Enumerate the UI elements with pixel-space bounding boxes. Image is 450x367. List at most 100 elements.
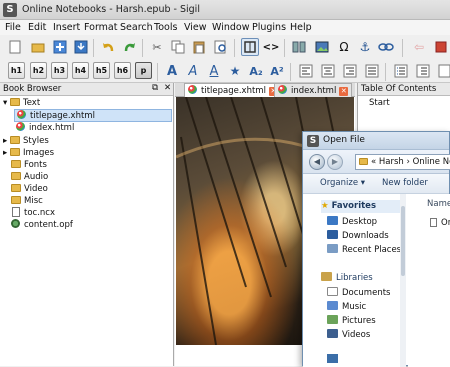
nav-favorites[interactable]: ★ Favorites — [321, 200, 403, 213]
nav-recent-places[interactable]: Recent Places — [327, 244, 401, 257]
tree-item-audio[interactable]: Audio — [11, 171, 48, 183]
menu-search[interactable]: Search — [120, 22, 153, 33]
tree-item-titlepage[interactable]: titlepage.xhtml — [14, 109, 172, 122]
menu-tools[interactable]: Tools — [154, 22, 177, 33]
nav-libraries[interactable]: Libraries — [321, 272, 373, 285]
menu-plugins[interactable]: Plugins — [252, 22, 286, 33]
tab-close-icon[interactable]: ✕ — [339, 87, 349, 96]
tree-item-fonts[interactable]: Fonts — [11, 159, 47, 171]
tree-item-text[interactable]: ▾ Text — [3, 97, 40, 109]
tree-item-video[interactable]: Video — [11, 183, 48, 195]
heading-h6-button[interactable]: h6 — [114, 62, 131, 79]
code-view-icon[interactable]: <> — [262, 38, 280, 56]
menu-bar: File Edit Insert Format Search Tools Vie… — [0, 20, 450, 35]
toc-item-start[interactable]: Start — [369, 98, 390, 108]
open-folder-icon[interactable] — [29, 38, 47, 56]
nav-pictures[interactable]: Pictures — [327, 315, 376, 328]
sigil-logo-icon: S — [3, 3, 17, 17]
menu-view[interactable]: View — [184, 22, 207, 33]
nav-videos[interactable]: Videos — [327, 329, 370, 342]
organize-button[interactable]: Organize ▾ — [320, 178, 365, 188]
tree-item-toc[interactable]: toc.ncx — [12, 207, 55, 219]
tab-titlepage[interactable]: titlepage.xhtml✕ — [184, 83, 282, 97]
indent-icon[interactable] — [435, 62, 450, 80]
numbered-list-icon[interactable] — [392, 62, 410, 80]
new-folder-button[interactable]: New folder — [382, 178, 428, 188]
music-icon — [327, 301, 338, 310]
file-icon — [12, 207, 20, 217]
close-panel-icon[interactable]: ✕ — [164, 83, 171, 93]
insert-anchor-icon[interactable]: ⚓ — [356, 38, 374, 56]
heading-h2-button[interactable]: h2 — [30, 62, 47, 79]
split-icon[interactable] — [290, 38, 308, 56]
main-toolbar: ✂ <> Ω ⚓ ⇦ — [0, 35, 450, 61]
copy-icon[interactable] — [169, 38, 187, 56]
subscript-icon[interactable]: A₂ — [247, 62, 265, 80]
expand-arrow-icon[interactable]: ▾ — [3, 98, 10, 108]
underline-icon[interactable]: A — [205, 62, 223, 80]
tab-index[interactable]: index.html ✕ — [274, 83, 353, 97]
add-file-icon[interactable] — [51, 38, 69, 56]
find-icon[interactable] — [212, 38, 230, 56]
html-file-icon — [278, 85, 287, 94]
nav-scrollbar[interactable] — [400, 194, 406, 367]
book-browser-title: Book Browser — [3, 84, 62, 94]
insert-special-character-icon[interactable]: Ω — [335, 38, 353, 56]
italic-icon[interactable]: A — [184, 62, 202, 80]
tree-item-images[interactable]: ▸ Images — [3, 147, 54, 159]
menu-insert[interactable]: Insert — [53, 22, 80, 33]
book-view-icon[interactable] — [241, 38, 259, 56]
menu-edit[interactable]: Edit — [28, 22, 46, 33]
nav-desktop[interactable]: Desktop — [327, 216, 377, 229]
nav-music[interactable]: Music — [327, 301, 366, 314]
tree-item-content-opf[interactable]: content.opf — [11, 219, 73, 231]
nav-downloads[interactable]: Downloads — [327, 230, 389, 243]
heading-h3-button[interactable]: h3 — [51, 62, 68, 79]
expand-arrow-icon[interactable]: ▸ — [3, 148, 10, 158]
nav-documents[interactable]: Documents — [327, 287, 390, 300]
menu-help[interactable]: Help — [290, 22, 312, 33]
superscript-icon[interactable]: A² — [268, 62, 286, 80]
align-center-icon[interactable] — [319, 62, 337, 80]
open-file-dialog: S Open File ◀ ▶ « Harsh › Online Noteboo… — [302, 131, 450, 367]
insert-link-icon[interactable] — [377, 38, 395, 56]
strikethrough-star-icon[interactable]: ★ — [226, 62, 244, 80]
new-file-icon[interactable] — [6, 38, 24, 56]
name-column-header[interactable]: Name — [427, 199, 450, 209]
dialog-file-list: Name Or — [408, 194, 450, 367]
align-left-icon[interactable] — [297, 62, 315, 80]
dialog-breadcrumb[interactable]: « Harsh › Online Notebooks — [355, 154, 450, 170]
toolbar-overflow-icon[interactable] — [432, 38, 450, 56]
bullet-list-icon[interactable] — [414, 62, 432, 80]
cut-icon[interactable]: ✂ — [148, 38, 166, 56]
paste-icon[interactable] — [190, 38, 208, 56]
dialog-titlebar: S Open File — [303, 132, 449, 150]
insert-image-icon[interactable] — [313, 38, 331, 56]
menu-format[interactable]: Format — [84, 22, 117, 33]
tree-item-styles[interactable]: ▸ Styles — [3, 135, 49, 147]
menu-file[interactable]: File — [5, 22, 21, 33]
tree-item-misc[interactable]: Misc — [11, 195, 43, 207]
heading-h1-button[interactable]: h1 — [8, 62, 25, 79]
expand-arrow-icon[interactable]: ▸ — [3, 136, 10, 146]
file-row[interactable]: Or — [430, 218, 450, 228]
save-icon[interactable] — [72, 38, 90, 56]
nav-scrollbar-thumb[interactable] — [401, 206, 405, 276]
back-arrow-icon[interactable]: ⇦ — [410, 38, 428, 56]
float-panel-icon[interactable]: ⧉ — [152, 83, 158, 93]
tree-item-index[interactable]: index.html — [16, 122, 74, 134]
forward-button-icon[interactable]: ▶ — [327, 154, 343, 170]
bold-icon[interactable]: A — [163, 62, 181, 80]
heading-h4-button[interactable]: h4 — [72, 62, 89, 79]
dialog-navigation-pane: ★ Favorites Desktop Downloads Recent Pla… — [303, 194, 406, 367]
folder-icon — [9, 98, 20, 106]
heading-h5-button[interactable]: h5 — [93, 62, 110, 79]
paragraph-button[interactable]: p — [135, 62, 152, 79]
book-browser-header: Book Browser ⧉ ✕ — [0, 83, 173, 96]
align-right-icon[interactable] — [341, 62, 359, 80]
align-justify-icon[interactable] — [363, 62, 381, 80]
undo-icon[interactable] — [99, 38, 117, 56]
back-button-icon[interactable]: ◀ — [309, 154, 325, 170]
menu-window[interactable]: Window — [212, 22, 249, 33]
redo-icon[interactable] — [121, 38, 139, 56]
